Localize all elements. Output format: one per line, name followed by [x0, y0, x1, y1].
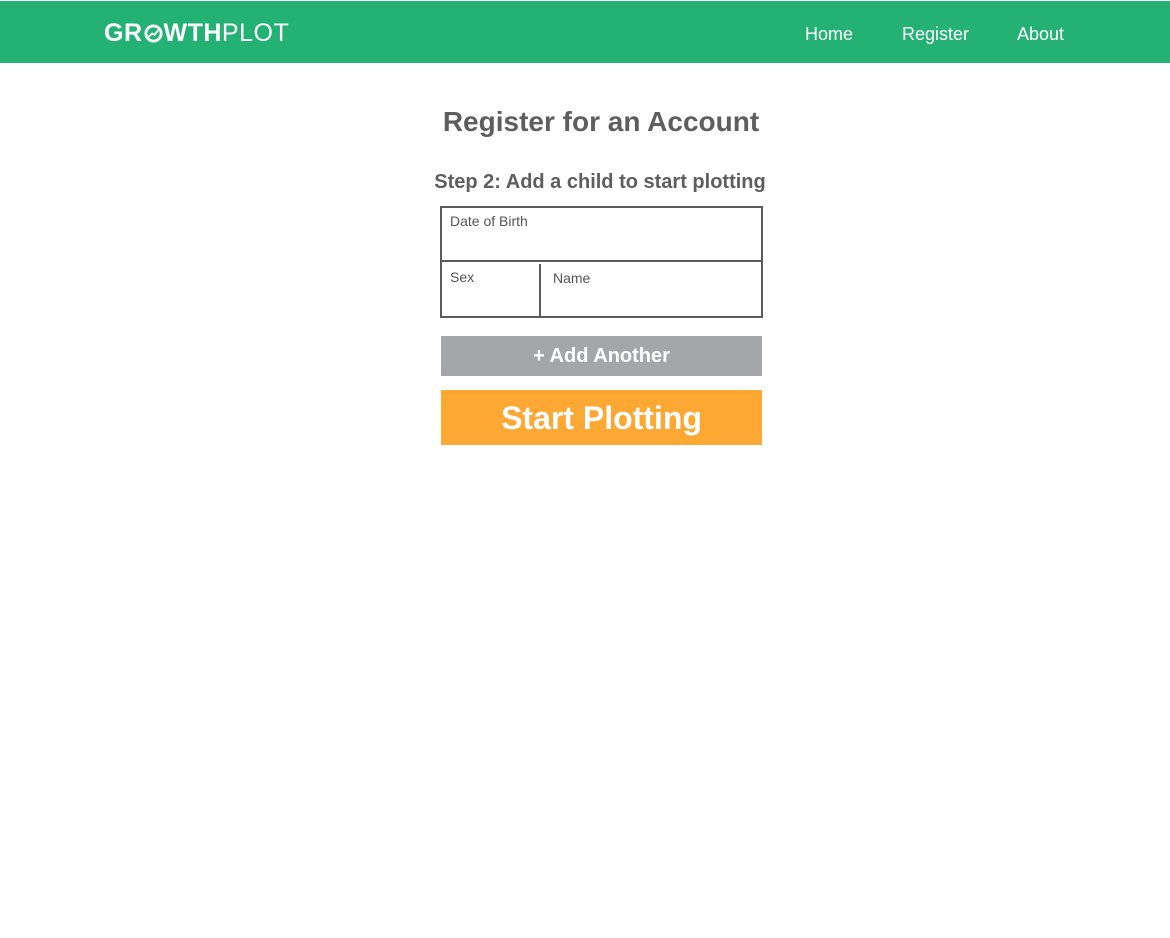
child-form: Date of Birth Sex Name — [440, 206, 763, 318]
logo-text-gr: GR — [104, 19, 143, 47]
page-title: Register for an Account — [442, 106, 760, 137]
logo-text-wth: WTH — [163, 19, 222, 47]
name-label: Name — [553, 270, 591, 286]
trend-circle-icon — [143, 23, 163, 43]
name-field[interactable]: Name — [543, 264, 761, 316]
sex-label: Sex — [450, 269, 475, 285]
logo-text-plot: PLOT — [221, 19, 290, 47]
date-of-birth-field[interactable]: Date of Birth — [442, 208, 761, 262]
start-plotting-button[interactable]: Start Plotting — [441, 390, 762, 445]
nav-link-register[interactable]: Register — [902, 23, 969, 45]
growthplot-logo[interactable]: GR WTH PLOT — [104, 18, 289, 48]
nav-link-home[interactable]: Home — [805, 23, 853, 45]
nav-link-about[interactable]: About — [1017, 23, 1064, 45]
step-title: Step 2: Add a child to start plotting — [434, 171, 766, 193]
top-navbar: GR WTH PLOT Home Register About — [0, 1, 1170, 63]
add-another-button[interactable]: + Add Another — [441, 336, 762, 376]
date-of-birth-label: Date of Birth — [450, 213, 528, 229]
sex-field[interactable]: Sex — [442, 264, 541, 316]
